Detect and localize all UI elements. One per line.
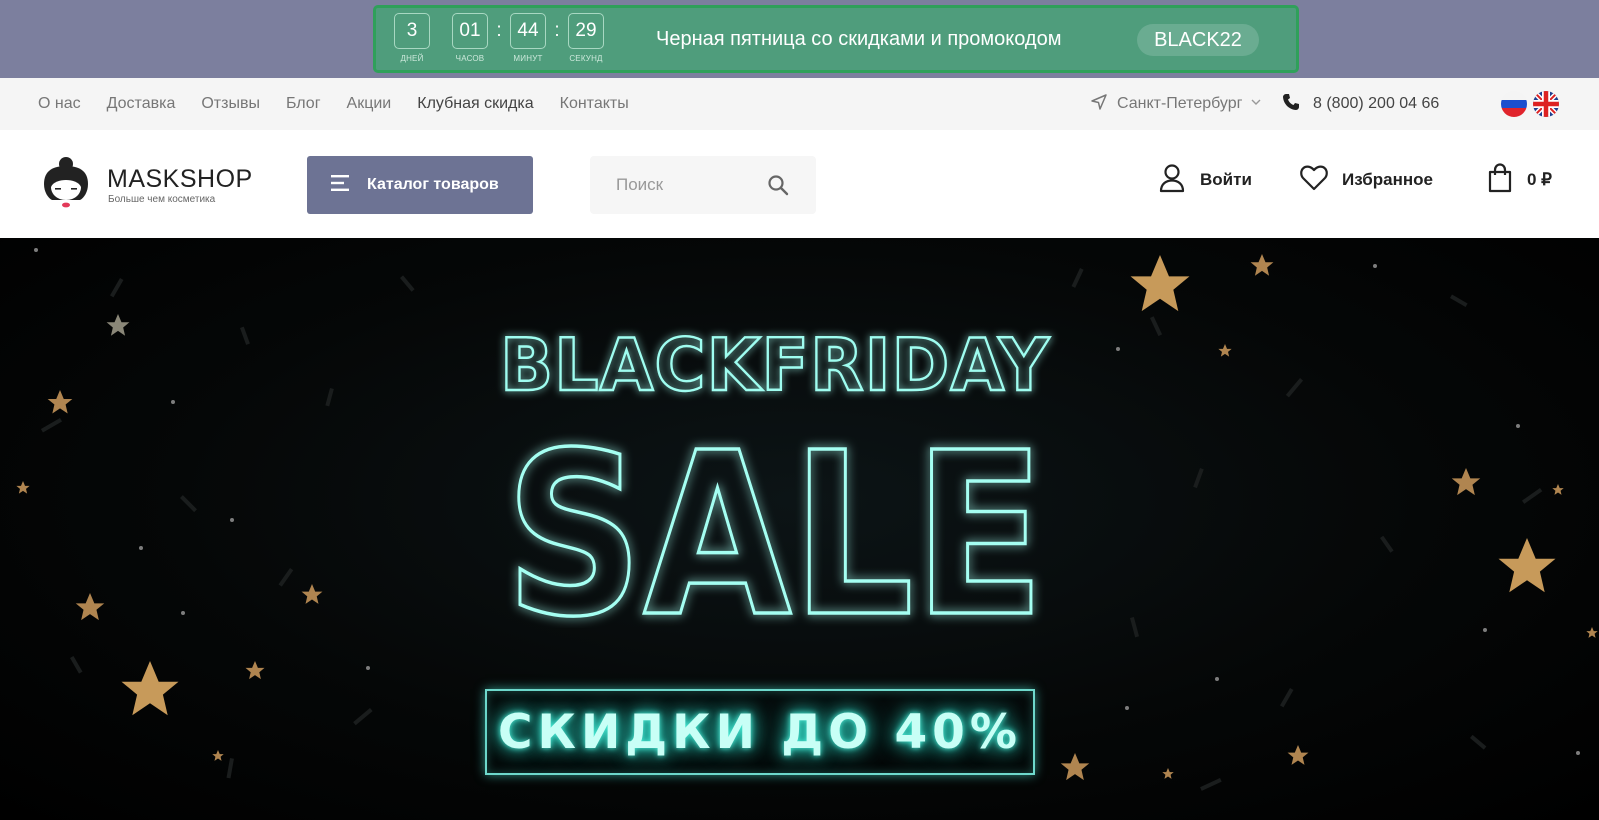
language-switcher [1501, 91, 1559, 117]
sale-text: SALE [505, 428, 1045, 628]
login-label: Войти [1200, 170, 1252, 189]
promo-bar: 3 дней 01 часов : 44 минут : 29 секунд Ч… [0, 0, 1599, 78]
cart-button[interactable]: 0 ₽ [1487, 162, 1552, 198]
timer-seconds: 29 секунд [568, 13, 604, 63]
city-name: Санкт-Петербург [1117, 95, 1243, 112]
phone-icon [1281, 92, 1301, 117]
city-selector[interactable]: Санкт-Петербург [1089, 78, 1262, 130]
timer-days: 3 дней [394, 13, 430, 63]
chevron-down-icon [1250, 95, 1262, 113]
bag-icon [1487, 162, 1513, 198]
user-icon [1158, 163, 1186, 198]
heart-icon [1300, 165, 1328, 196]
timer-hours: 01 часов [452, 13, 488, 63]
timer-separator: : [496, 20, 502, 41]
timer-minutes: 44 минут [510, 13, 546, 63]
sale-title: SALE [503, 428, 1047, 628]
promo-code-badge[interactable]: BLACK22 [1137, 24, 1259, 56]
search-icon[interactable] [766, 173, 790, 197]
timer-minutes-value: 44 [510, 13, 546, 49]
countdown-timer: 3 дней 01 часов : 44 минут : 29 секунд [394, 13, 604, 67]
catalog-button[interactable]: Каталог товаров [307, 156, 533, 214]
catalog-label: Каталог товаров [367, 176, 499, 193]
cart-total: 0 ₽ [1527, 170, 1552, 189]
timer-seconds-value: 29 [568, 13, 604, 49]
nav-link-club-discount[interactable]: Клубная скидка [417, 95, 533, 113]
flag-ru-icon[interactable] [1501, 91, 1527, 117]
top-nav: О нас Доставка Отзывы Блог Акции Клубная… [0, 78, 1599, 130]
discount-text: СКИДКИ ДО 40% [498, 704, 1022, 760]
hero-banner[interactable]: BLACKFRIDAY SALE СКИДКИ ДО 40% [0, 238, 1599, 820]
timer-days-value: 3 [394, 13, 430, 49]
timer-hours-label: часов [455, 54, 485, 63]
logo-name: MASKSHOP [107, 165, 253, 193]
nav-link-delivery[interactable]: Доставка [107, 95, 176, 113]
favorites-button[interactable]: Избранное [1300, 164, 1433, 196]
search-box [590, 156, 816, 214]
logo-tagline: Больше чем косметика [108, 194, 216, 205]
discount-box: СКИДКИ ДО 40% [485, 689, 1035, 775]
nav-link-about[interactable]: О нас [38, 95, 81, 113]
nav-link-promotions[interactable]: Акции [347, 95, 392, 113]
search-input[interactable] [590, 156, 760, 214]
timer-days-label: дней [400, 54, 424, 63]
sale-headline: BLACKFRIDAY SALE СКИДКИ ДО 40% [450, 238, 1100, 820]
hamburger-icon [331, 174, 349, 196]
site-header: MASKSHOP Больше чем косметика Каталог то… [0, 130, 1599, 238]
timer-hours-value: 01 [452, 13, 488, 49]
blackfriday-title: BLACKFRIDAY [499, 322, 1050, 408]
nav-links: О нас Доставка Отзывы Блог Акции Клубная… [38, 78, 629, 130]
timer-minutes-label: минут [513, 54, 543, 63]
location-arrow-icon [1089, 92, 1109, 117]
logo[interactable]: MASKSHOP Больше чем косметика [38, 156, 253, 214]
login-button[interactable]: Войти [1158, 163, 1252, 198]
flag-uk-icon[interactable] [1533, 91, 1559, 117]
promo-banner[interactable]: 3 дней 01 часов : 44 минут : 29 секунд Ч… [373, 5, 1299, 73]
promo-text: Черная пятница со скидками и промокодом [656, 28, 1062, 50]
blackfriday-text: BLACKFRIDAY [500, 323, 1050, 407]
geisha-logo-icon [38, 156, 94, 219]
nav-link-reviews[interactable]: Отзывы [201, 95, 260, 113]
timer-separator: : [554, 20, 560, 41]
favorites-label: Избранное [1342, 170, 1433, 189]
nav-link-contacts[interactable]: Контакты [560, 95, 629, 113]
phone-link[interactable]: 8 (800) 200 04 66 [1281, 78, 1439, 130]
timer-seconds-label: секунд [569, 54, 603, 63]
nav-link-blog[interactable]: Блог [286, 95, 321, 113]
phone-number: 8 (800) 200 04 66 [1313, 95, 1440, 112]
